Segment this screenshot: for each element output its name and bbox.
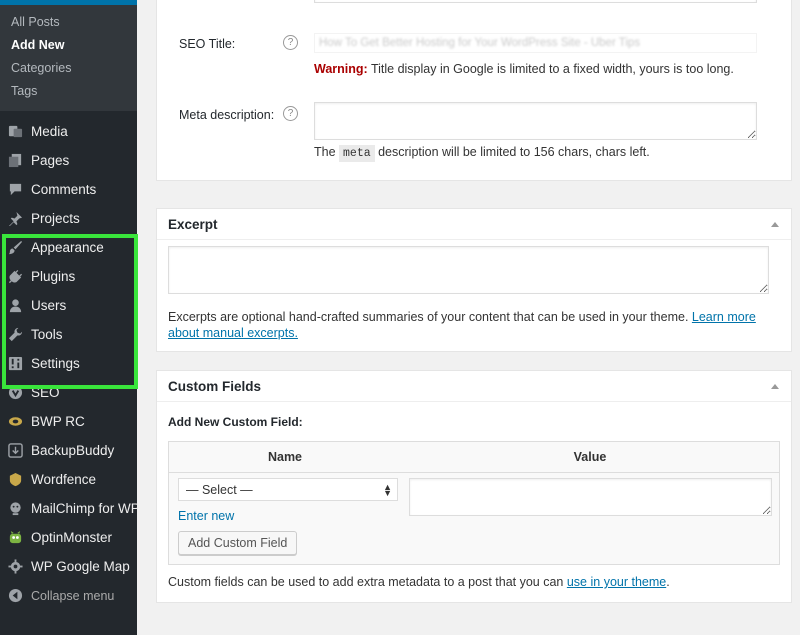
excerpt-header[interactable]: Excerpt	[157, 209, 791, 240]
seo-icon	[8, 385, 23, 400]
warning-label: Warning:	[314, 62, 368, 76]
sidebar-item-label: Media	[31, 124, 68, 139]
gear-icon	[8, 559, 23, 574]
submenu-tags[interactable]: Tags	[0, 80, 137, 103]
submenu-add-new[interactable]: Add New	[0, 34, 137, 57]
submenu-categories[interactable]: Categories	[0, 57, 137, 80]
collapse-arrow-icon[interactable]	[771, 383, 779, 389]
custom-fields-title: Custom Fields	[168, 378, 262, 394]
sidebar-item-label: Comments	[31, 182, 97, 197]
collapse-arrow-icon[interactable]	[771, 221, 779, 227]
sidebar-item-label: Projects	[31, 211, 80, 226]
user-icon	[8, 298, 23, 313]
sidebar-item-label: Settings	[31, 356, 80, 371]
sidebar-item-media[interactable]: Media	[0, 117, 137, 146]
add-custom-field-button[interactable]: Add Custom Field	[178, 531, 298, 555]
pin-icon	[8, 211, 23, 226]
collapse-menu-button[interactable]: Collapse menu	[0, 581, 137, 610]
sidebar-item-users[interactable]: Users	[0, 291, 137, 320]
wordfence-icon	[8, 472, 23, 487]
plug-icon	[8, 269, 23, 284]
sidebar-item-label: MailChimp for WP	[31, 501, 140, 516]
sidebar-item-label: BackupBuddy	[31, 443, 115, 458]
sidebar-item-bwp-rc[interactable]: BWP RC	[0, 407, 137, 436]
collapse-menu-label: Collapse menu	[31, 588, 115, 603]
custom-field-value-textarea[interactable]	[409, 478, 772, 516]
sidebar-item-label: Users	[31, 298, 67, 313]
sidebar-item-label: WP Google Map	[31, 559, 130, 574]
custom-fields-footer-text: Custom fields can be used to add extra m…	[168, 575, 670, 589]
sidebar-item-wp-google-map[interactable]: WP Google Map	[0, 552, 137, 581]
select-arrows-icon: ▲ ▼	[383, 481, 392, 498]
posts-submenu: All Posts Add New Categories Tags	[0, 5, 137, 111]
meta-description-help-icon[interactable]: ?	[283, 106, 298, 121]
sidebar-item-pages[interactable]: Pages	[0, 146, 137, 175]
sidebar-item-label: SEO	[31, 385, 60, 400]
custom-fields-header[interactable]: Custom Fields	[157, 371, 791, 402]
paintbrush-icon	[8, 240, 23, 255]
excerpt-textarea[interactable]	[168, 246, 769, 294]
media-icon	[8, 124, 23, 139]
focus-keyword-input[interactable]	[314, 0, 757, 3]
settings-icon	[8, 356, 23, 371]
seo-title-warning: Warning: Title display in Google is limi…	[314, 62, 734, 76]
sidebar-item-label: Tools	[31, 327, 63, 342]
sidebar-item-projects[interactable]: Projects	[0, 204, 137, 233]
column-header-value: Value	[573, 450, 607, 464]
collapse-icon	[8, 588, 23, 603]
use-in-theme-link[interactable]: use in your theme	[567, 575, 666, 589]
meta-description-note: The meta description will be limited to …	[314, 145, 650, 162]
sidebar-item-wordfence[interactable]: Wordfence	[0, 465, 137, 494]
enter-new-link[interactable]: Enter new	[178, 509, 234, 523]
custom-fields-table: Name Value — Select — ▲ ▼ Enter new Add C…	[168, 441, 780, 565]
sidebar-item-label: BWP RC	[31, 414, 85, 429]
submenu-all-posts[interactable]: All Posts	[0, 11, 137, 34]
sidebar-item-label: OptinMonster	[31, 530, 113, 545]
meta-description-input[interactable]	[314, 102, 757, 140]
excerpt-metabox: Excerpt Excerpts are optional hand-craft…	[156, 208, 792, 352]
optinmonster-icon	[8, 530, 23, 545]
sidebar-item-seo[interactable]: SEO	[0, 378, 137, 407]
seo-title-help-icon[interactable]: ?	[283, 35, 298, 50]
custom-field-name-select[interactable]: — Select — ▲ ▼	[178, 478, 398, 501]
add-new-custom-field-label: Add New Custom Field:	[168, 415, 303, 429]
sidebar-item-backupbuddy[interactable]: BackupBuddy	[0, 436, 137, 465]
admin-sidebar: All Posts Add New Categories Tags Media …	[0, 0, 140, 635]
seo-metabox: SEO Title: ? How To Get Better Hosting f…	[156, 0, 792, 181]
sidebar-item-mailchimp[interactable]: MailChimp for WP	[0, 494, 140, 523]
excerpt-help-text: Excerpts are optional hand-crafted summa…	[168, 310, 756, 340]
sidebar-item-settings[interactable]: Settings	[0, 349, 137, 378]
sidebar-item-label: Wordfence	[31, 472, 97, 487]
meta-code: meta	[339, 145, 375, 162]
backup-icon	[8, 443, 23, 458]
seo-title-label: SEO Title:	[179, 37, 236, 51]
table-header: Name Value	[169, 442, 779, 473]
mailchimp-icon	[8, 501, 23, 516]
sidebar-item-optinmonster[interactable]: OptinMonster	[0, 523, 137, 552]
meta-description-label: Meta description:	[179, 108, 275, 122]
sidebar-item-appearance[interactable]: Appearance	[0, 233, 137, 262]
seo-title-input[interactable]: How To Get Better Hosting for Your WordP…	[314, 33, 757, 53]
sidebar-item-tools[interactable]: Tools	[0, 320, 137, 349]
warning-text: Title display in Google is limited to a …	[367, 62, 734, 76]
sidebar-item-label: Appearance	[31, 240, 104, 255]
sidebar-item-label: Pages	[31, 153, 70, 168]
sidebar-item-label: Plugins	[31, 269, 76, 284]
bwp-icon	[8, 414, 23, 429]
excerpt-title: Excerpt	[168, 216, 218, 232]
comments-icon	[8, 182, 23, 197]
wrench-icon	[8, 327, 23, 342]
sidebar-item-comments[interactable]: Comments	[0, 175, 137, 204]
column-header-name: Name	[267, 450, 303, 464]
pages-icon	[8, 153, 23, 168]
custom-fields-metabox: Custom Fields Add New Custom Field: Name…	[156, 370, 792, 603]
sidebar-item-plugins[interactable]: Plugins	[0, 262, 137, 291]
